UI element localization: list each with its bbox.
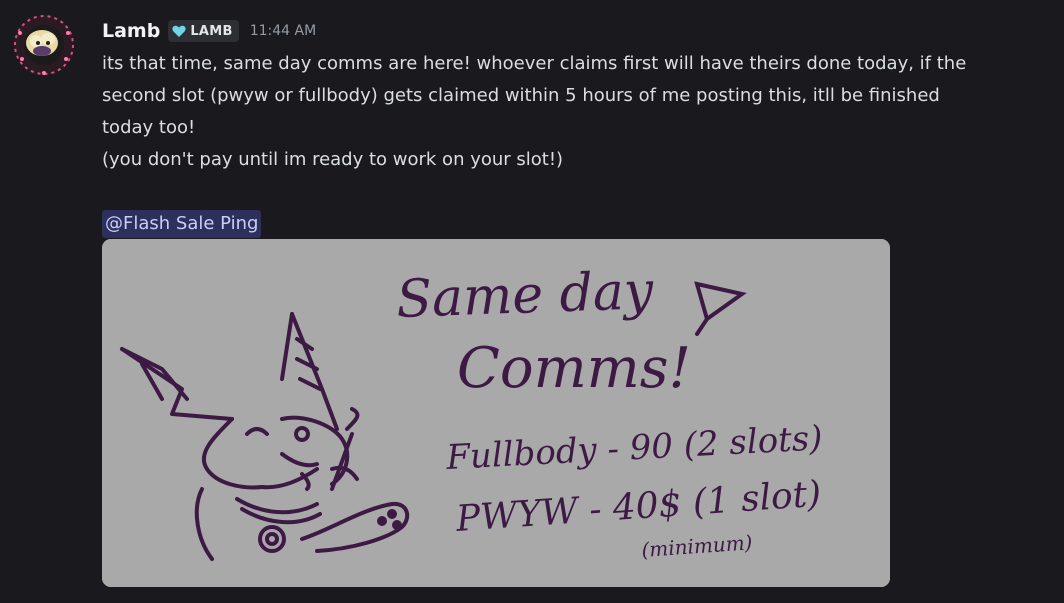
role-tag[interactable]: LAMB [168, 20, 239, 42]
commission-drawing: Same day Comms! Fullbody - 90 (2 slots) … [102, 239, 890, 587]
timestamp[interactable]: 11:44 AM [250, 23, 316, 39]
username[interactable]: Lamb [102, 20, 160, 42]
drawing-title-line1: Same day [395, 261, 654, 330]
message-line: its that time, same day comms are here! … [102, 53, 967, 74]
avatar-image [14, 15, 74, 75]
image-attachment[interactable]: Same day Comms! Fullbody - 90 (2 slots) … [102, 239, 890, 587]
role-mention[interactable]: @Flash Sale Ping [102, 210, 262, 238]
heart-icon [172, 25, 186, 37]
message-line: (you don't pay until im ready to work on… [102, 149, 564, 170]
message-line: today too! [102, 117, 196, 138]
role-tag-label: LAMB [190, 23, 233, 39]
drawing-title-line2: Comms! [457, 336, 691, 401]
message-header: Lamb LAMB 11:44 AM [102, 16, 316, 46]
message-content: its that time, same day comms are here! … [102, 48, 1042, 240]
user-avatar[interactable] [12, 13, 76, 77]
message-line: second slot (pwyw or fullbody) gets clai… [102, 85, 940, 106]
chat-message: Lamb LAMB 11:44 AM its that time, same d… [0, 0, 1064, 603]
